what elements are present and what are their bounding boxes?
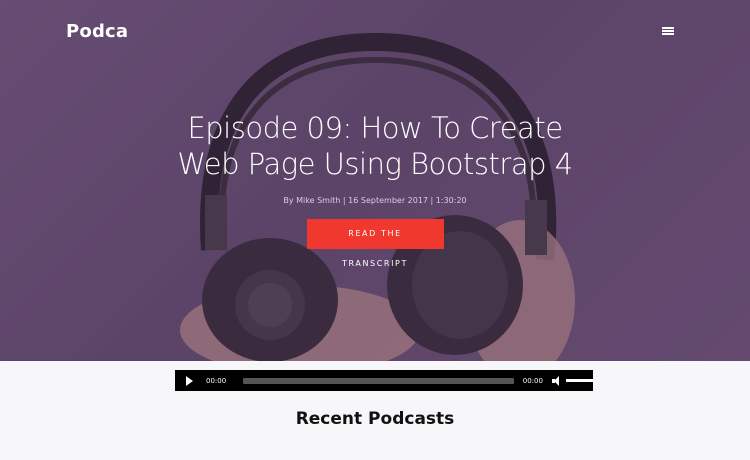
play-icon[interactable]	[186, 375, 193, 386]
audio-player: 00:00 00:00	[175, 370, 593, 391]
total-time: 00:00	[522, 376, 543, 385]
read-transcript-button[interactable]: READ THE TRANSCRIPT	[306, 219, 444, 268]
current-time: 00:00	[206, 376, 227, 385]
volume-icon[interactable]	[551, 375, 562, 386]
episode-meta: By Mike Smith | 16 September 2017 | 1:30…	[283, 196, 467, 205]
recent-podcasts-title: Recent Podcasts	[295, 409, 455, 429]
hero-content: Episode 09: How To Create Web Page Using…	[0, 110, 750, 270]
volume-slider[interactable]	[566, 379, 593, 382]
navbar: Podca	[0, 0, 750, 64]
progress-bar[interactable]	[243, 377, 514, 384]
brand-logo[interactable]: Podca	[66, 21, 128, 42]
episode-title: Episode 09: How To Create Web Page Using…	[177, 111, 573, 181]
hamburger-menu-icon[interactable]	[660, 25, 676, 37]
